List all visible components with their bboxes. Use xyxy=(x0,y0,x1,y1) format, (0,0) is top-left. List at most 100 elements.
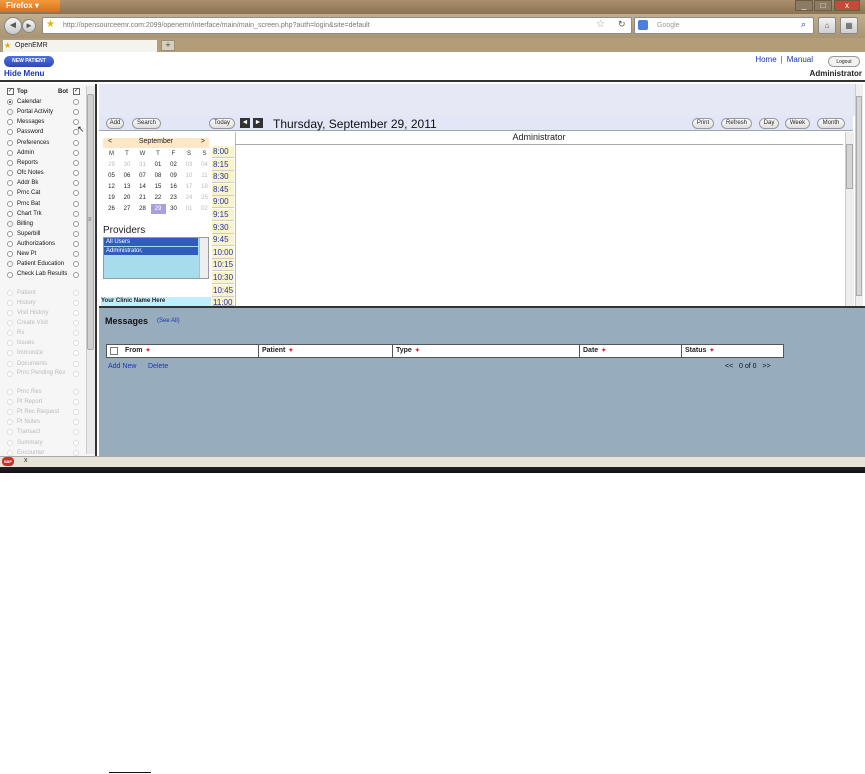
calendar-day[interactable]: 28 xyxy=(135,204,150,214)
calendar-day[interactable]: 12 xyxy=(104,182,119,192)
manual-link[interactable]: Manual xyxy=(787,55,813,64)
top-radio-icon[interactable] xyxy=(7,109,13,116)
calendar-day[interactable]: 19 xyxy=(104,193,119,203)
nav-item[interactable]: Password xyxy=(7,127,82,137)
provider-option[interactable]: All Users xyxy=(104,238,198,246)
addon-icon[interactable]: ▦ xyxy=(840,17,858,34)
bottom-radio-icon[interactable] xyxy=(73,200,79,207)
calendar-day[interactable]: 26 xyxy=(104,204,119,214)
firefox-menu-button[interactable]: Firefox ▾ xyxy=(0,0,60,12)
calendar-day[interactable]: 10 xyxy=(182,171,197,181)
select-all-checkbox[interactable] xyxy=(110,347,118,355)
nav-item[interactable]: Prnc Bat xyxy=(7,199,82,209)
providers-scrollbar[interactable] xyxy=(199,238,208,278)
calendar-frame-scrollbar-thumb[interactable] xyxy=(856,96,862,296)
calendar-day[interactable]: 08 xyxy=(151,171,166,181)
nav-item[interactable]: Calendar xyxy=(7,97,82,107)
calendar-day[interactable]: 09 xyxy=(166,171,181,181)
calendar-day[interactable]: 01 xyxy=(151,160,166,170)
calendar-day[interactable]: 15 xyxy=(151,182,166,192)
bottom-radio-icon[interactable] xyxy=(73,149,79,156)
mini-calendar-prev[interactable]: < xyxy=(108,138,112,145)
search-icon[interactable]: ⌕ xyxy=(801,19,806,30)
schedule-scrollbar-thumb[interactable] xyxy=(846,144,853,189)
bottom-radio-icon[interactable] xyxy=(73,251,79,258)
delete-link[interactable]: Delete xyxy=(148,363,168,370)
maximize-button[interactable]: □ xyxy=(814,0,832,11)
logout-button[interactable]: Logout xyxy=(828,56,860,67)
home-icon[interactable]: ⌂ xyxy=(818,17,836,34)
calendar-day[interactable]: 05 xyxy=(104,171,119,181)
browser-tab[interactable]: OpenEMR xyxy=(2,39,158,52)
prev-day-icon[interactable]: ◄ xyxy=(240,118,250,128)
nav-item[interactable]: Check Lab Results xyxy=(7,270,82,288)
day-schedule[interactable] xyxy=(235,132,845,306)
top-radio-icon[interactable] xyxy=(7,99,13,105)
add-button[interactable]: Add xyxy=(106,118,124,129)
calendar-day[interactable]: 18 xyxy=(197,182,212,192)
search-button[interactable]: Search xyxy=(132,118,161,129)
add-new-link[interactable]: Add New xyxy=(108,363,136,370)
time-slot[interactable]: 8:15 xyxy=(212,158,234,171)
bottom-radio-icon[interactable] xyxy=(73,190,79,197)
calendar-day[interactable]: 29 xyxy=(104,160,119,170)
calendar-day[interactable]: 31 xyxy=(135,160,150,170)
calendar-day[interactable]: 20 xyxy=(120,193,135,203)
statusbar-close-icon[interactable]: x xyxy=(24,457,28,464)
back-icon[interactable]: ◄ xyxy=(4,17,22,35)
nav-item[interactable]: Addr Bk xyxy=(7,178,82,188)
next-day-icon[interactable]: ► xyxy=(253,118,263,128)
addon-status-icon[interactable]: SBP xyxy=(2,457,14,466)
star-icon[interactable]: ☆ xyxy=(596,19,605,30)
bottom-radio-icon[interactable] xyxy=(73,180,79,187)
bottom-radio-icon[interactable] xyxy=(73,220,79,227)
col-date[interactable]: Date ✦ xyxy=(580,345,682,357)
calendar-day[interactable]: 21 xyxy=(135,193,150,203)
calendar-day[interactable]: 04 xyxy=(197,160,212,170)
calendar-day[interactable]: 02 xyxy=(166,160,181,170)
month-view-button[interactable]: Month xyxy=(817,118,845,129)
time-slot[interactable]: 10:45 xyxy=(212,284,234,297)
nav-item[interactable]: Billing xyxy=(7,219,82,229)
top-radio-icon[interactable] xyxy=(7,261,13,268)
top-radio-icon[interactable] xyxy=(7,200,13,207)
nav-item[interactable]: Patient Education xyxy=(7,259,82,269)
time-slot[interactable]: 8:00 xyxy=(212,146,234,158)
calendar-day[interactable]: 16 xyxy=(166,182,181,192)
nav-item[interactable]: Authorizations xyxy=(7,239,82,249)
home-link[interactable]: Home xyxy=(755,55,776,64)
top-radio-icon[interactable] xyxy=(7,241,13,248)
provider-option[interactable]: Administrator, xyxy=(104,247,198,255)
nav-item[interactable]: Messages xyxy=(7,117,82,127)
calendar-day[interactable]: 29 xyxy=(150,204,166,214)
calendar-day[interactable]: 25 xyxy=(197,193,212,203)
time-slot[interactable]: 11:00 xyxy=(212,297,234,307)
time-slot[interactable]: 10:00 xyxy=(212,246,234,259)
top-radio-icon[interactable] xyxy=(7,251,13,258)
week-view-button[interactable]: Week xyxy=(785,118,810,129)
bottom-radio-icon[interactable] xyxy=(73,99,79,105)
top-radio-icon[interactable] xyxy=(7,271,13,278)
bottom-radio-icon[interactable] xyxy=(73,159,79,166)
nav-item[interactable]: New Pt xyxy=(7,249,82,259)
top-radio-icon[interactable] xyxy=(7,129,13,136)
time-slot[interactable]: 10:15 xyxy=(212,259,234,272)
bottom-radio-icon[interactable] xyxy=(73,241,79,248)
today-button[interactable]: Today xyxy=(209,118,235,129)
calendar-day[interactable]: 23 xyxy=(166,193,181,203)
calendar-day[interactable]: 24 xyxy=(182,193,197,203)
col-status[interactable]: Status ✦ xyxy=(682,345,783,357)
calendar-day[interactable]: 22 xyxy=(151,193,166,203)
bot-frame-checkbox[interactable]: ✓ xyxy=(73,88,80,95)
pager-next[interactable]: >> xyxy=(762,363,770,370)
new-patient-button[interactable]: NEW PATIENT xyxy=(4,56,54,67)
top-radio-icon[interactable] xyxy=(7,190,13,197)
top-frame-checkbox[interactable]: ✓ xyxy=(7,88,14,95)
calendar-day[interactable]: 27 xyxy=(120,204,135,214)
hide-menu-link[interactable]: Hide Menu xyxy=(4,69,44,78)
top-radio-icon[interactable] xyxy=(7,149,13,156)
bottom-radio-icon[interactable] xyxy=(73,210,79,217)
nav-item[interactable]: Chart Trk xyxy=(7,209,82,219)
col-patient[interactable]: Patient ✦ xyxy=(259,345,393,357)
bottom-radio-icon[interactable] xyxy=(73,230,79,237)
